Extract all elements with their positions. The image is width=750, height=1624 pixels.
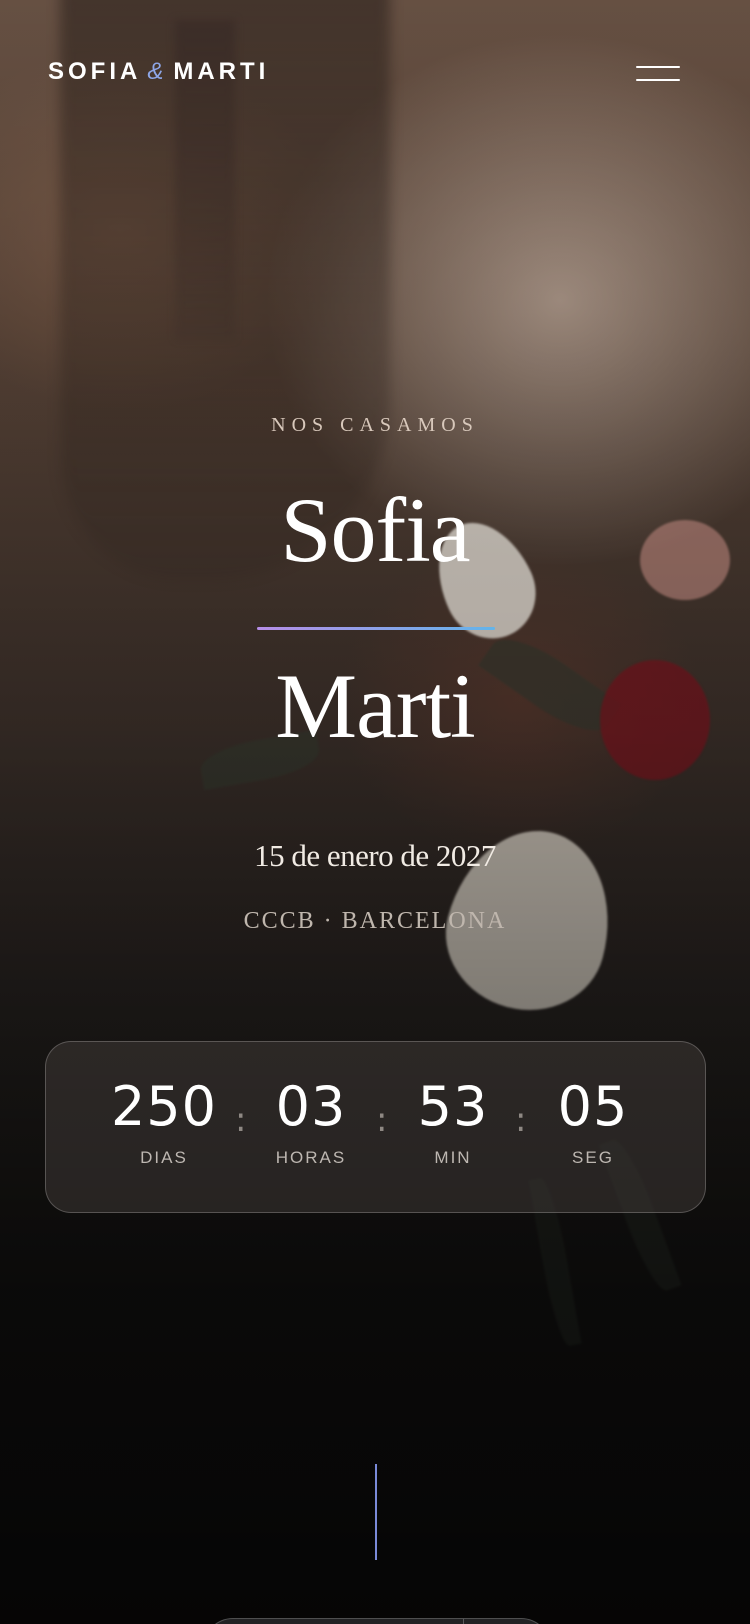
brand-second-name: MARTI — [173, 58, 270, 85]
bottom-dock: A — [203, 1618, 551, 1624]
hero-eyebrow: NOS CASAMOS — [271, 414, 479, 436]
groom-name: Marti — [275, 655, 475, 757]
countdown-days: 250 DIAS — [89, 1080, 239, 1168]
countdown-seconds-value: 05 — [557, 1075, 629, 1138]
brand-ampersand: & — [147, 58, 168, 85]
wedding-venue: CCCB · BARCELONA — [243, 908, 507, 934]
countdown-minutes-value: 53 — [417, 1075, 489, 1138]
countdown-days-label: DIAS — [140, 1148, 188, 1167]
names-divider — [257, 627, 495, 630]
countdown-seconds: 05 SEG — [518, 1080, 668, 1168]
brand-first-name: SOFIA — [48, 58, 142, 85]
wedding-date: 15 de enero de 2027 — [254, 838, 496, 873]
dock-divider — [463, 1619, 464, 1624]
bride-name: Sofia — [280, 479, 470, 581]
countdown-hours: 03 HORAS — [236, 1080, 386, 1168]
countdown-hours-label: HORAS — [275, 1148, 347, 1167]
countdown-panel: 250 DIAS : 03 HORAS : 53 MIN : 05 SEG — [45, 1041, 706, 1213]
hero-background-photo — [0, 0, 750, 1624]
countdown-hours-value: 03 — [275, 1075, 347, 1138]
scroll-indicator[interactable] — [375, 1464, 377, 1560]
countdown-days-value: 250 — [110, 1075, 218, 1138]
countdown-minutes: 53 MIN — [378, 1080, 528, 1168]
site-logo[interactable]: SOFIA & MARTI — [48, 58, 269, 86]
countdown-seconds-label: SEG — [572, 1148, 614, 1167]
countdown-minutes-label: MIN — [434, 1148, 472, 1167]
hamburger-menu-icon[interactable] — [636, 66, 680, 86]
